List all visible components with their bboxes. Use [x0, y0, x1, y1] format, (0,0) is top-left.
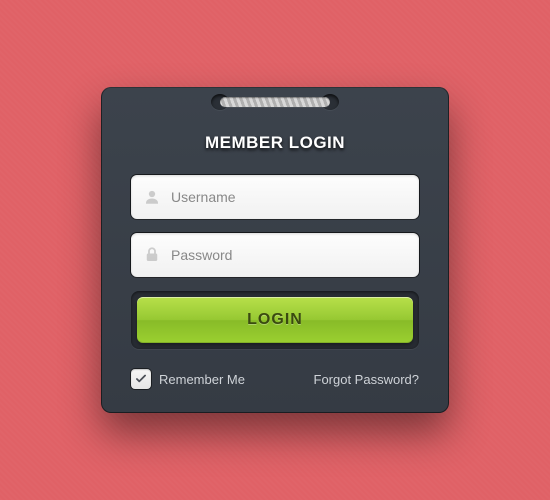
login-panel: MEMBER LOGIN LOGIN Remember Me Forgot Pa…	[101, 87, 449, 413]
login-button[interactable]: LOGIN	[137, 297, 413, 343]
username-field-wrap	[131, 175, 419, 219]
remember-label: Remember Me	[159, 372, 245, 387]
remember-me[interactable]: Remember Me	[131, 369, 245, 389]
panel-footer: Remember Me Forgot Password?	[131, 369, 419, 389]
check-icon	[134, 372, 148, 386]
panel-title: MEMBER LOGIN	[131, 133, 419, 153]
login-button-well: LOGIN	[131, 291, 419, 349]
password-field-wrap	[131, 233, 419, 277]
forgot-password-link[interactable]: Forgot Password?	[314, 372, 420, 387]
lock-icon	[143, 246, 161, 264]
stitch-rope	[220, 97, 330, 107]
username-input[interactable]	[171, 189, 407, 205]
password-input[interactable]	[171, 247, 407, 263]
remember-checkbox[interactable]	[131, 369, 151, 389]
user-icon	[143, 188, 161, 206]
